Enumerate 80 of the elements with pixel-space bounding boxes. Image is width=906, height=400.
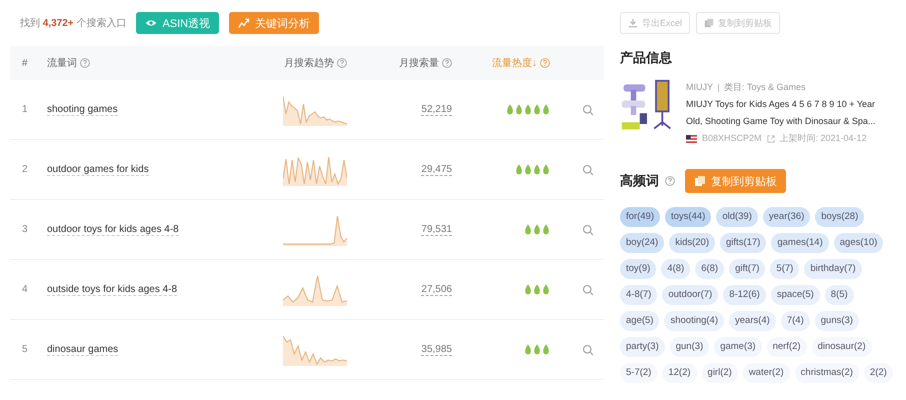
keyword-tag[interactable]: gifts(17) [720,233,766,253]
keyword-link[interactable]: outdoor games for kids [47,164,149,176]
copy-icon [694,175,706,187]
keyword-tag[interactable]: 6(8) [695,259,724,279]
keyword-tag[interactable]: girl(2) [702,363,738,383]
flag-icon [686,134,697,142]
sparkline [283,214,347,246]
keyword-tag[interactable]: kids(20) [669,233,716,253]
sparkline [283,334,347,366]
asin-text: B08XHSCP2M [702,132,762,145]
keyword-tag[interactable]: old(39) [716,207,758,227]
search-volume: 29,475 [421,164,452,176]
keyword-tag[interactable]: outdoor(7) [662,285,718,305]
keyword-tag[interactable]: shooting(4) [664,311,724,331]
copy-icon [704,18,714,28]
section-title: 产品信息 [620,49,673,67]
keyword-tag[interactable]: nerf(2) [766,337,807,357]
column-header: 月搜索量 [347,56,452,70]
keyword-tag[interactable]: party(3) [620,337,665,357]
sparkline [283,94,347,126]
keyword-tag[interactable]: christmas(2) [794,363,859,383]
brand-name: MIUJY [686,82,713,92]
keyword-tag[interactable]: boys(28) [815,207,864,227]
keyword-tag[interactable]: birthday(7) [804,259,862,279]
keyword-tag[interactable]: water(2) [742,363,790,383]
keyword-tag[interactable]: years(4) [729,311,776,331]
row-number: 5 [21,344,29,355]
keyword-tag[interactable]: gun(3) [670,337,710,357]
column-header: # [21,58,29,68]
search-icon[interactable] [582,164,594,176]
keyword-tag[interactable]: 4-8(7) [620,285,658,305]
keyword-link[interactable]: shooting games [47,104,118,116]
keyword-tag[interactable]: 12(2) [662,363,697,383]
keyword-tag[interactable]: 8(5) [824,285,854,305]
keyword-tag[interactable]: age(5) [620,311,660,331]
keyword-tag[interactable]: toys(44) [664,207,712,227]
keyword-link[interactable]: outside toys for kids ages 4-8 [47,284,178,296]
keyword-tag[interactable]: toy(9) [620,259,656,279]
keyword-tag[interactable]: 4(8) [661,259,690,279]
row-number: 2 [21,164,29,175]
keyword-tag[interactable]: gift(7) [729,259,766,279]
sparkline [283,274,347,306]
keyword-tag[interactable]: 7(4) [780,311,810,331]
chart-icon [238,17,250,29]
row-number: 3 [21,224,29,235]
keyword-tag[interactable]: games(14) [771,233,829,253]
product-title[interactable]: MIUJY Toys for Kids Ages 4 5 6 7 8 9 10 + Year Old, Shooting Game Toy with Dinosaur & Spa... [686,96,894,130]
download-icon [628,18,638,28]
help-icon [665,176,675,186]
search-icon[interactable] [582,344,594,356]
keyword-tag[interactable]: 8-12(6) [723,285,766,305]
search-volume: 35,985 [421,344,452,356]
search-volume: 52,219 [421,104,452,116]
keyword-tag[interactable]: for(49) [620,207,660,227]
keyword-link[interactable]: dinosaur games [47,344,118,356]
row-number: 1 [21,104,29,115]
keyword-link[interactable]: outdoor toys for kids ages 4-8 [47,224,179,236]
keyword-tag[interactable]: ages(10) [834,233,884,253]
keyword-tag[interactable]: game(3) [714,337,762,357]
search-icon[interactable] [582,104,594,116]
product-category: 类目: Toys & Games [724,82,806,92]
column-header: 月搜索趋势 [260,56,347,70]
search-icon[interactable] [582,284,594,296]
external-link-icon[interactable] [766,134,775,142]
keyword-tag[interactable]: 2(2) [864,363,893,383]
column-header: 流量词 [47,56,260,70]
search-icon[interactable] [582,224,594,236]
section-title: 高频词 [620,172,659,190]
keyword-tag[interactable]: guns(3) [814,311,859,331]
search-volume: 79,531 [421,224,452,236]
keyword-tag[interactable]: boy(24) [620,233,664,253]
search-volume: 27,506 [421,284,452,296]
keyword-tag[interactable]: space(5) [770,285,820,305]
listing-date: 上架时间: 2021-04-12 [780,132,867,145]
keyword-tag[interactable]: dinosaur(2) [812,337,872,357]
keyword-tag[interactable]: 5-7(2) [620,363,658,383]
keyword-tag[interactable]: 5(7) [770,259,800,279]
row-number: 4 [21,284,29,295]
keyword-tag[interactable]: year(36) [762,207,810,227]
result-count: 找到 4,372+ 个搜索入口 [20,16,126,30]
